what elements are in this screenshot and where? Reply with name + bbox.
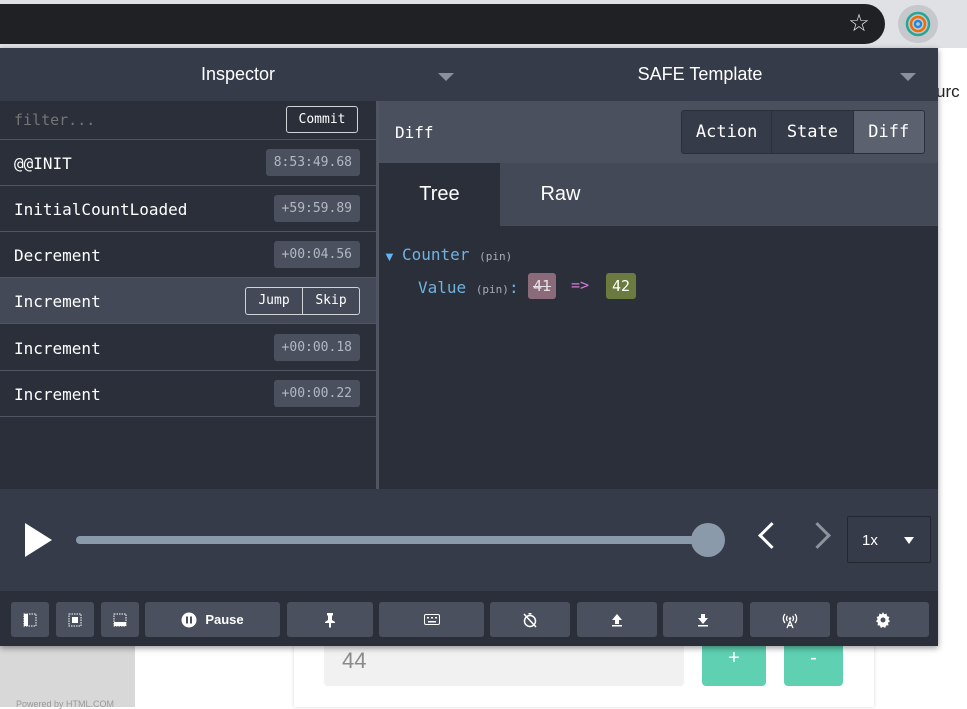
page-sidebar: Powered by HTML.COM <box>0 646 135 709</box>
jump-button[interactable]: Jump <box>246 288 303 314</box>
pin-label[interactable]: (pin) <box>476 283 509 296</box>
action-name: InitialCountLoaded <box>14 200 188 219</box>
expand-arrow-icon[interactable]: ▼ <box>383 249 396 264</box>
import-button[interactable] <box>577 602 657 637</box>
action-item[interactable]: Increment +00:00.18 <box>0 325 376 371</box>
action-item[interactable]: Increment +00:00.22 <box>0 371 376 417</box>
play-icon[interactable] <box>25 523 52 557</box>
detail-pane: Diff Action State Diff Tree Raw ▼ Counte… <box>379 101 938 489</box>
action-item-selected[interactable]: Increment Jump Skip <box>0 278 376 324</box>
dock-bottom-button[interactable] <box>101 602 139 637</box>
timer-off-icon <box>523 612 537 628</box>
decrement-button[interactable]: - <box>784 646 843 686</box>
lock-changes-button[interactable] <box>490 602 570 637</box>
tab-diff[interactable]: Diff <box>853 111 924 153</box>
playback-speed-select[interactable]: 1x <box>847 516 931 563</box>
tree-key-label: Value <box>418 278 467 297</box>
dock-left-icon <box>23 613 37 626</box>
dock-bottom-icon <box>113 613 127 626</box>
slider-track[interactable] <box>76 536 708 544</box>
download-icon <box>698 613 708 626</box>
redux-devtools-panel: Inspector SAFE Template Commit @@INIT 8:… <box>0 48 938 646</box>
slider-thumb[interactable] <box>691 523 725 557</box>
pin-label[interactable]: (pin) <box>479 250 512 263</box>
redux-devtools-extension-icon[interactable] <box>898 5 938 43</box>
chevron-down-icon[interactable] <box>438 73 454 81</box>
action-item[interactable]: @@INIT 8:53:49.68 <box>0 140 376 186</box>
previous-action-icon[interactable] <box>758 522 785 549</box>
tree-colon: : <box>508 278 519 297</box>
action-list-pane: Commit @@INIT 8:53:49.68 InitialCountLoa… <box>0 101 376 489</box>
action-name: Increment <box>14 385 101 404</box>
action-item[interactable]: InitialCountLoaded +59:59.89 <box>0 186 376 232</box>
tab-state[interactable]: State <box>772 111 854 153</box>
action-name: Increment <box>14 339 101 358</box>
shortcuts-button[interactable] <box>379 602 484 637</box>
remote-button[interactable] <box>750 602 830 637</box>
dock-center-button[interactable] <box>56 602 94 637</box>
export-button[interactable] <box>663 602 743 637</box>
action-time-badge: 8:53:49.68 <box>265 149 360 176</box>
subtab-raw[interactable]: Raw <box>500 163 621 226</box>
browser-toolbar: ☆ <box>0 0 967 48</box>
remote-icon <box>782 613 798 628</box>
monitor-select-inspector[interactable]: Inspector <box>148 64 328 85</box>
tree-node-counter[interactable]: Counter (pin) <box>402 245 512 264</box>
upload-icon <box>612 613 622 626</box>
address-bar[interactable] <box>0 4 885 44</box>
pause-label: Pause <box>205 612 244 627</box>
dock-center-icon <box>68 613 82 626</box>
filter-input[interactable] <box>14 111 264 129</box>
monitor-select-template[interactable]: SAFE Template <box>590 64 810 85</box>
detail-header: Diff Action State Diff <box>379 101 938 163</box>
commit-button[interactable]: Commit <box>286 106 358 133</box>
action-time-badge: +00:00.18 <box>273 334 360 361</box>
action-name: Increment <box>14 292 101 311</box>
powered-by-text: Powered by HTML.COM <box>16 699 115 709</box>
action-time-badge: +00:04.56 <box>273 241 360 268</box>
increment-button[interactable]: + <box>702 646 766 686</box>
tree-node-value: Value (pin): <box>418 278 519 297</box>
diff-old-value: 41 <box>528 273 557 299</box>
keyboard-icon <box>423 614 440 625</box>
diff-tree: ▼ Counter (pin) Value (pin): 41 => 42 <box>379 226 938 489</box>
skip-button[interactable]: Skip <box>303 288 359 314</box>
action-item[interactable]: Decrement +00:04.56 <box>0 232 376 278</box>
monitor-header: Inspector SAFE Template <box>0 48 938 101</box>
bookmark-star-icon[interactable]: ☆ <box>846 11 872 37</box>
settings-button[interactable] <box>837 602 929 637</box>
chevron-down-icon[interactable] <box>900 73 916 81</box>
diff-new-value: 42 <box>606 273 637 299</box>
dock-left-button[interactable] <box>11 602 49 637</box>
counter-value-field[interactable]: 44 <box>324 646 684 686</box>
action-time-badge: +59:59.89 <box>273 195 360 222</box>
view-subtabs: Tree Raw <box>379 163 938 226</box>
action-name: @@INIT <box>14 154 72 173</box>
detail-title: Diff <box>395 123 434 142</box>
jump-skip-group: Jump Skip <box>245 287 360 315</box>
pin-icon <box>325 612 335 628</box>
tab-action[interactable]: Action <box>682 111 773 153</box>
chevron-down-icon <box>904 537 914 544</box>
persist-button[interactable] <box>287 602 373 637</box>
tree-key-label: Counter <box>402 245 470 264</box>
gear-icon <box>876 611 890 628</box>
filter-row: Commit <box>0 101 376 140</box>
pause-button[interactable]: Pause <box>145 602 280 637</box>
subtab-tree[interactable]: Tree <box>379 163 500 226</box>
page-side-text: urc <box>936 82 967 106</box>
detail-tab-group: Action State Diff <box>681 110 925 154</box>
bottom-toolbar: Pause <box>0 591 938 646</box>
action-time-badge: +00:00.22 <box>273 380 360 407</box>
speed-value: 1x <box>862 532 878 549</box>
action-name: Decrement <box>14 246 101 265</box>
diff-arrow: => <box>571 276 590 294</box>
time-travel-slider-bar: 1x <box>0 489 938 591</box>
next-action-icon[interactable] <box>804 522 831 549</box>
pause-icon <box>181 612 197 627</box>
